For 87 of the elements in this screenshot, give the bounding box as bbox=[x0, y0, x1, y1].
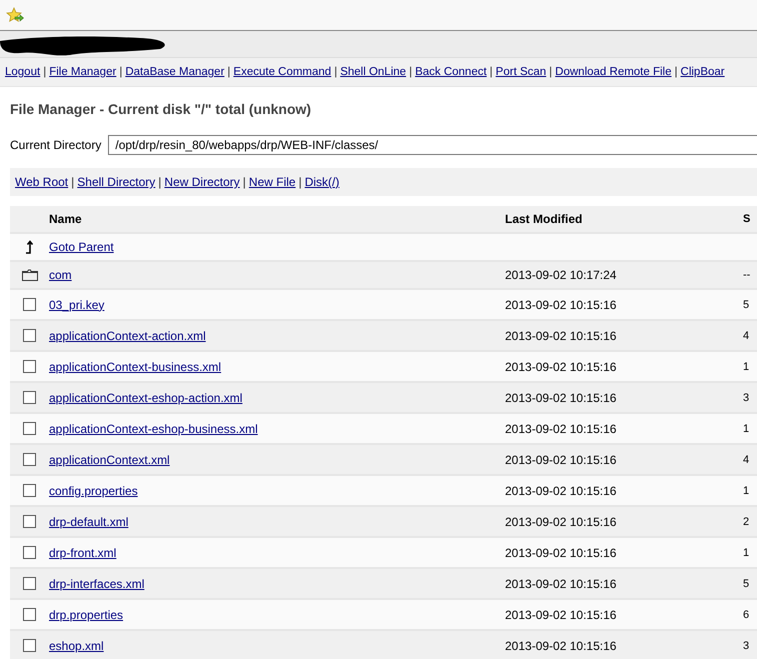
star-icon[interactable] bbox=[6, 7, 24, 23]
page-heading: File Manager - Current disk "/" total (unknow) bbox=[9, 100, 312, 119]
checkbox[interactable] bbox=[23, 515, 36, 528]
column-header: Last Modified bbox=[505, 212, 582, 226]
separator: | bbox=[119, 66, 122, 78]
table-cell: 2013-09-02 10:15:16 bbox=[505, 608, 616, 622]
folder-icon bbox=[22, 269, 38, 281]
nav-link[interactable]: Download Remote File bbox=[555, 66, 672, 78]
file-link[interactable]: applicationContext-business.xml bbox=[49, 360, 222, 374]
checkbox[interactable] bbox=[23, 484, 36, 497]
up-arrow-icon[interactable] bbox=[24, 240, 34, 254]
file-link[interactable]: drp-interfaces.xml bbox=[49, 576, 144, 590]
directory-field[interactable]: /opt/drp/resin_80/webapps/drp/WEB-INF/classes/ bbox=[108, 135, 757, 155]
file-link[interactable]: com bbox=[49, 268, 72, 282]
nav-link[interactable]: Shell OnLine bbox=[340, 66, 406, 78]
table-cell: 3 bbox=[743, 392, 750, 404]
checkbox[interactable] bbox=[23, 546, 36, 559]
separator: | bbox=[158, 175, 162, 189]
table-cell: 2013-09-02 10:15:16 bbox=[505, 484, 616, 498]
table-cell: 1 bbox=[743, 484, 750, 496]
action-link[interactable]: Shell Directory bbox=[77, 175, 156, 189]
table-cell: 2013-09-02 10:15:16 bbox=[505, 360, 616, 374]
nav-link[interactable]: File Manager bbox=[49, 66, 116, 78]
separator: | bbox=[242, 175, 246, 189]
table-cell: 4 bbox=[743, 454, 750, 466]
action-link[interactable]: New File bbox=[248, 175, 296, 189]
file-link[interactable]: applicationContext.xml bbox=[49, 452, 170, 466]
table-cell: -- bbox=[743, 269, 750, 281]
checkbox[interactable] bbox=[23, 577, 36, 590]
checkbox[interactable] bbox=[23, 639, 36, 652]
table-cell: 2013-09-02 10:15:16 bbox=[505, 298, 616, 312]
table-cell: 2013-09-02 10:15:16 bbox=[505, 452, 616, 466]
action-link[interactable]: Disk(/) bbox=[304, 175, 340, 189]
file-link[interactable]: drp.properties bbox=[49, 608, 124, 622]
separator: | bbox=[71, 175, 74, 189]
checkbox[interactable] bbox=[23, 329, 36, 342]
separator: | bbox=[409, 66, 412, 78]
table-cell: 1 bbox=[743, 546, 750, 558]
file-link[interactable]: applicationContext-action.xml bbox=[49, 328, 206, 342]
table-cell: 3 bbox=[743, 640, 750, 652]
table-cell: 2013-09-02 10:17:24 bbox=[505, 268, 616, 282]
column-header: S bbox=[743, 213, 750, 225]
file-link[interactable]: applicationContext-eshop-business.xml bbox=[49, 422, 258, 436]
file-link[interactable]: applicationContext-eshop-action.xml bbox=[49, 390, 242, 404]
separator: | bbox=[490, 66, 493, 78]
directory-label: Current Directory bbox=[10, 138, 102, 152]
table-cell: 2013-09-02 10:15:16 bbox=[505, 638, 616, 652]
table-cell: 5 bbox=[743, 298, 750, 310]
table-cell: 5 bbox=[743, 578, 750, 590]
action-link[interactable]: Web Root bbox=[15, 175, 68, 189]
table-cell: 1 bbox=[743, 360, 750, 372]
table-cell: 1 bbox=[743, 422, 750, 434]
separator: | bbox=[43, 66, 46, 78]
table-cell: 2013-09-02 10:15:16 bbox=[505, 514, 616, 528]
table-cell: 2013-09-02 10:15:16 bbox=[505, 422, 616, 436]
nav-link[interactable]: ClipBoar bbox=[680, 66, 725, 78]
file-link[interactable]: config.properties bbox=[49, 484, 138, 498]
checkbox[interactable] bbox=[23, 360, 36, 373]
table-cell: 2013-09-02 10:15:16 bbox=[505, 576, 616, 590]
table-cell: 2013-09-02 10:15:16 bbox=[505, 328, 616, 342]
table-cell: 4 bbox=[743, 330, 750, 342]
nav-link[interactable]: Logout bbox=[5, 66, 40, 78]
separator: | bbox=[674, 66, 678, 78]
table-cell: 2013-09-02 10:15:16 bbox=[505, 390, 616, 404]
checkbox[interactable] bbox=[23, 422, 36, 435]
file-link[interactable]: drp-default.xml bbox=[49, 514, 128, 528]
checkbox[interactable] bbox=[23, 453, 36, 466]
checkbox[interactable] bbox=[23, 608, 36, 621]
nav-link[interactable]: DataBase Manager bbox=[125, 66, 224, 78]
separator: | bbox=[334, 66, 338, 78]
separator: | bbox=[549, 66, 552, 78]
checkbox[interactable] bbox=[23, 391, 36, 404]
file-link[interactable]: eshop.xml bbox=[49, 638, 104, 652]
file-link[interactable]: Goto Parent bbox=[49, 240, 114, 254]
action-link[interactable]: New Directory bbox=[164, 175, 240, 189]
separator: | bbox=[298, 175, 302, 189]
separator: | bbox=[227, 66, 230, 78]
table-cell: 6 bbox=[743, 608, 750, 620]
file-link[interactable]: 03_pri.key bbox=[49, 298, 104, 312]
nav-link[interactable]: Port Scan bbox=[496, 66, 546, 78]
column-header: Name bbox=[49, 212, 82, 226]
nav-link[interactable]: Back Connect bbox=[415, 66, 487, 78]
nav-link[interactable]: Execute Command bbox=[233, 66, 332, 78]
checkbox[interactable] bbox=[23, 298, 36, 311]
file-link[interactable]: drp-front.xml bbox=[49, 546, 116, 560]
table-cell: 2013-09-02 10:15:16 bbox=[505, 546, 616, 560]
table-cell: 2 bbox=[743, 516, 750, 528]
